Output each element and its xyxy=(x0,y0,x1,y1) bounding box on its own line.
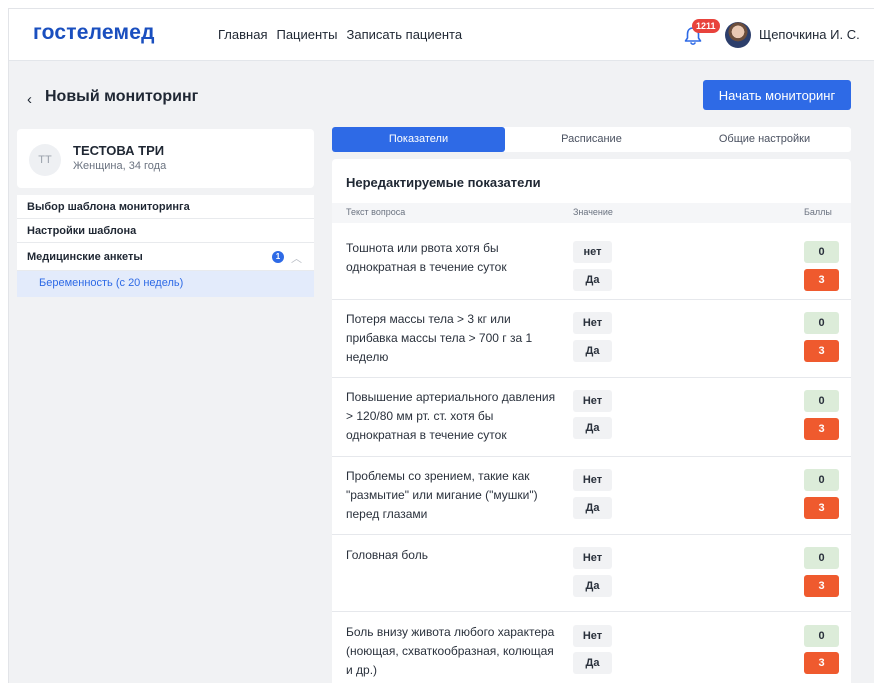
tab-schedule[interactable]: Расписание xyxy=(505,127,678,152)
menu-item-template-choice[interactable]: Выбор шаблона мониторинга xyxy=(17,195,314,219)
column-header-question: Текст вопроса xyxy=(346,207,406,217)
patient-name: ТЕСТОВА ТРИ xyxy=(73,143,165,158)
main-nav: Главная Пациенты Записать пациента xyxy=(218,27,462,42)
score-zero: 0 xyxy=(804,390,839,412)
question-text: Головная боль xyxy=(346,548,428,562)
menu-item-label: Медицинские анкеты xyxy=(27,251,143,263)
tab-indicators[interactable]: Показатели xyxy=(332,127,505,152)
answer-no: нет xyxy=(573,241,612,263)
answer-no: Нет xyxy=(573,547,612,569)
template-menu: Выбор шаблона мониторинга Настройки шабл… xyxy=(17,195,314,297)
forms-count-badge: 1 xyxy=(272,251,284,263)
score-zero: 0 xyxy=(804,625,839,647)
table-row: Тошнота или рвота хотя бы однократная в … xyxy=(332,223,851,299)
question-text: Повышение артериального давления > 120/8… xyxy=(346,390,556,442)
top-navigation-bar: гостелемед Главная Пациенты Записать пац… xyxy=(9,9,874,61)
answer-yes: Да xyxy=(573,652,612,674)
page-title: Новый мониторинг xyxy=(45,88,199,105)
patient-details: Женщина, 34 года xyxy=(73,160,167,172)
back-button[interactable]: ‹ xyxy=(27,91,32,108)
nav-link-patients[interactable]: Пациенты xyxy=(276,27,337,42)
score-three: 3 xyxy=(804,340,839,362)
answer-no: Нет xyxy=(573,625,612,647)
question-text: Проблемы со зрением, такие как "размытие… xyxy=(346,469,538,521)
nav-link-book-patient[interactable]: Записать пациента xyxy=(346,27,462,42)
chevron-up-icon[interactable]: ︿ xyxy=(291,245,302,273)
score-three: 3 xyxy=(804,575,839,597)
table-row: Боль внизу живота любого характера (ноющ… xyxy=(332,611,851,683)
start-monitoring-button[interactable]: Начать мониторинг xyxy=(703,80,851,110)
table-row: Головная боль Нет Да 0 3 xyxy=(332,534,851,611)
menu-subitem-pregnancy[interactable]: Беременность (с 20 недель) xyxy=(17,271,314,297)
user-name[interactable]: Щепочкина И. С. xyxy=(759,27,860,42)
answer-yes: Да xyxy=(573,497,612,519)
answer-no: Нет xyxy=(573,312,612,334)
column-header-value: Значение xyxy=(573,207,613,217)
question-text: Боль внизу живота любого характера (ноющ… xyxy=(346,625,555,677)
score-zero: 0 xyxy=(804,241,839,263)
answer-no: Нет xyxy=(573,469,612,491)
answer-no: Нет xyxy=(573,390,612,412)
score-zero: 0 xyxy=(804,312,839,334)
notification-count-badge: 1211 xyxy=(692,19,720,33)
answer-yes: Да xyxy=(573,269,612,291)
app-window: гостелемед Главная Пациенты Записать пац… xyxy=(8,8,874,683)
question-text: Тошнота или рвота хотя бы однократная в … xyxy=(346,241,507,274)
user-avatar[interactable] xyxy=(725,22,751,48)
score-zero: 0 xyxy=(804,469,839,491)
score-three: 3 xyxy=(804,652,839,674)
score-three: 3 xyxy=(804,497,839,519)
menu-item-medical-forms[interactable]: Медицинские анкеты 1 ︿ xyxy=(17,243,314,271)
table-row: Проблемы со зрением, такие как "размытие… xyxy=(332,456,851,534)
tab-general-settings[interactable]: Общие настройки xyxy=(678,127,851,152)
score-zero: 0 xyxy=(804,547,839,569)
indicators-panel: Нередактируемые показатели Текст вопроса… xyxy=(332,159,851,683)
column-header-score: Баллы xyxy=(804,207,832,217)
table-row: Повышение артериального давления > 120/8… xyxy=(332,377,851,456)
patient-card: ТТ ТЕСТОВА ТРИ Женщина, 34 года xyxy=(17,129,314,188)
score-three: 3 xyxy=(804,269,839,291)
nav-link-home[interactable]: Главная xyxy=(218,27,267,42)
question-text: Потеря массы тела > 3 кг или прибавка ма… xyxy=(346,312,533,364)
answer-yes: Да xyxy=(573,340,612,362)
settings-tabs: Показатели Расписание Общие настройки xyxy=(332,127,851,152)
menu-item-template-settings[interactable]: Настройки шаблона xyxy=(17,219,314,243)
section-title: Нередактируемые показатели xyxy=(346,175,541,190)
answer-yes: Да xyxy=(573,575,612,597)
answer-yes: Да xyxy=(573,417,612,439)
logo[interactable]: гостелемед xyxy=(33,21,155,45)
table-row: Потеря массы тела > 3 кг или прибавка ма… xyxy=(332,299,851,377)
patient-avatar: ТТ xyxy=(29,144,61,176)
score-three: 3 xyxy=(804,418,839,440)
